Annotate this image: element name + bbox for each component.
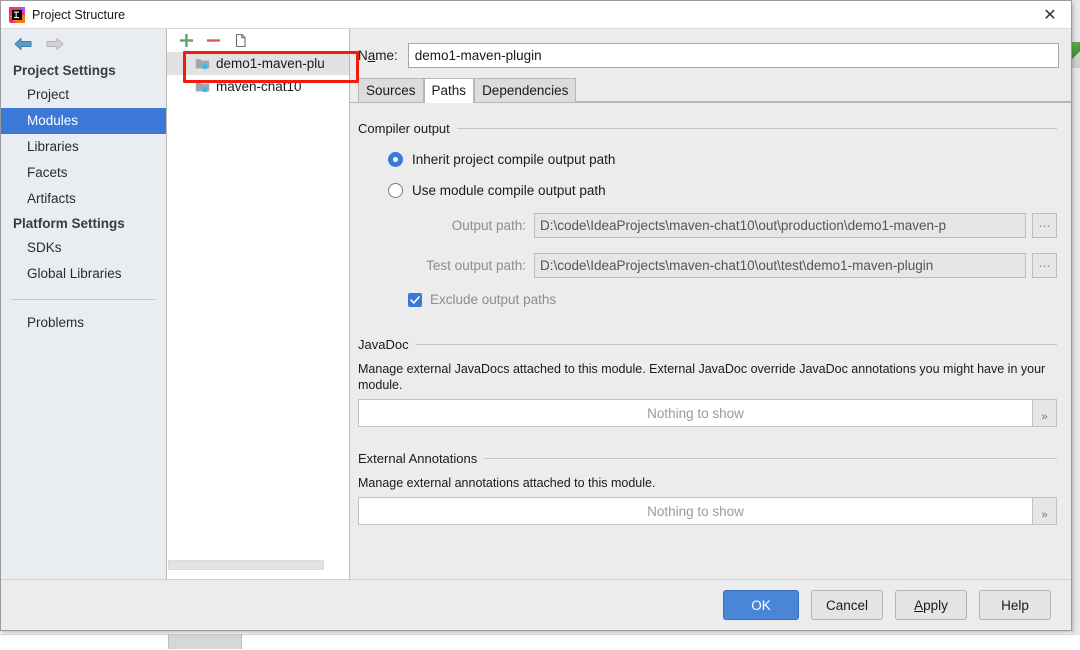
tab-sources[interactable]: Sources xyxy=(358,78,424,102)
settings-sidebar: Project Settings Project Modules Librari… xyxy=(1,29,167,580)
exclude-output-paths-row[interactable]: Exclude output paths xyxy=(358,292,1057,307)
dialog-body: Project Settings Project Modules Librari… xyxy=(1,29,1071,580)
external-annotations-expand-button[interactable]: » xyxy=(1033,497,1057,525)
external-annotations-title: External Annotations xyxy=(358,451,477,466)
copy-module-icon[interactable] xyxy=(232,32,249,49)
tab-paths[interactable]: Paths xyxy=(424,78,475,102)
test-output-path-row: Test output path: D:\code\IdeaProjects\m… xyxy=(358,253,1057,278)
sidebar-navigation-arrows xyxy=(1,29,166,59)
radio-inherit-icon[interactable] xyxy=(388,152,403,167)
module-name-row: Name: demo1-maven-plugin xyxy=(350,29,1071,68)
scrollbar-thumb[interactable] xyxy=(168,560,324,570)
group-divider xyxy=(457,128,1057,129)
module-icon xyxy=(195,80,210,93)
output-path-browse-button[interactable]: ⋯ xyxy=(1032,213,1057,238)
inherit-output-path-option[interactable]: Inherit project compile output path xyxy=(388,152,1057,167)
external-annotations-group: External Annotations Manage external ann… xyxy=(358,451,1057,525)
paths-tab-panel: Compiler output Inherit project compile … xyxy=(350,107,1071,580)
external-annotations-description: Manage external annotations attached to … xyxy=(358,475,1057,491)
modules-tree-toolbar xyxy=(167,29,349,52)
sidebar-group-project-settings: Project Settings xyxy=(1,59,166,82)
modules-tree-panel: demo1-maven-plu maven-chat10 xyxy=(167,29,350,580)
test-output-path-input[interactable]: D:\code\IdeaProjects\maven-chat10\out\te… xyxy=(534,253,1026,278)
javadoc-list[interactable]: Nothing to show xyxy=(358,399,1033,427)
radio-inherit-label: Inherit project compile output path xyxy=(412,152,615,167)
background-window-right-strip xyxy=(1072,0,1080,649)
compiler-output-title: Compiler output xyxy=(358,121,450,136)
output-path-row: Output path: D:\code\IdeaProjects\maven-… xyxy=(358,213,1057,238)
output-path-label: Output path: xyxy=(388,218,526,233)
sidebar-item-libraries[interactable]: Libraries xyxy=(1,134,166,160)
ok-button[interactable]: OK xyxy=(723,590,799,620)
radio-module-label: Use module compile output path xyxy=(412,183,606,198)
help-button[interactable]: Help xyxy=(979,590,1051,620)
background-window-bottom-bar xyxy=(0,634,1080,650)
external-annotations-list[interactable]: Nothing to show xyxy=(358,497,1033,525)
output-path-input[interactable]: D:\code\IdeaProjects\maven-chat10\out\pr… xyxy=(534,213,1026,238)
module-settings-panel: Name: demo1-maven-plugin Sources Paths D… xyxy=(350,29,1071,580)
test-output-path-browse-button[interactable]: ⋯ xyxy=(1032,253,1057,278)
sidebar-divider xyxy=(11,299,156,300)
exclude-output-paths-label: Exclude output paths xyxy=(430,292,556,307)
add-module-icon[interactable] xyxy=(178,32,195,49)
module-name-input[interactable]: demo1-maven-plugin xyxy=(408,43,1059,68)
project-structure-dialog: Project Structure ✕ Project Settings Pro… xyxy=(0,0,1072,631)
module-icon xyxy=(195,57,210,70)
javadoc-title: JavaDoc xyxy=(358,337,409,352)
javadoc-description: Manage external JavaDocs attached to thi… xyxy=(358,361,1057,393)
modules-tree-list: demo1-maven-plu maven-chat10 xyxy=(167,52,349,98)
intellij-idea-icon xyxy=(9,7,25,23)
compiler-output-group: Compiler output Inherit project compile … xyxy=(358,121,1057,307)
sidebar-item-project[interactable]: Project xyxy=(1,82,166,108)
cancel-button[interactable]: Cancel xyxy=(811,590,883,620)
tab-dependencies[interactable]: Dependencies xyxy=(474,78,576,102)
javadoc-header: JavaDoc xyxy=(358,337,1057,352)
sidebar-item-global-libraries[interactable]: Global Libraries xyxy=(1,261,166,287)
modules-tree-horizontal-scrollbar[interactable] xyxy=(168,560,328,570)
back-arrow-icon[interactable] xyxy=(13,36,33,52)
group-divider xyxy=(416,344,1057,345)
dialog-titlebar: Project Structure ✕ xyxy=(1,1,1071,29)
javadoc-expand-button[interactable]: » xyxy=(1033,399,1057,427)
use-module-output-path-option[interactable]: Use module compile output path xyxy=(388,183,1057,198)
apply-button[interactable]: Apply xyxy=(895,590,967,620)
module-tabs: Sources Paths Dependencies xyxy=(350,78,1071,102)
background-window-bottom-tab xyxy=(168,634,242,649)
sidebar-group-platform-settings: Platform Settings xyxy=(1,212,166,235)
javadoc-list-row: Nothing to show » xyxy=(358,399,1057,427)
radio-module-icon[interactable] xyxy=(388,183,403,198)
tree-row-label: demo1-maven-plu xyxy=(216,56,325,71)
group-divider xyxy=(484,458,1057,459)
external-annotations-list-row: Nothing to show » xyxy=(358,497,1057,525)
sidebar-item-problems[interactable]: Problems xyxy=(1,310,166,336)
sidebar-item-modules[interactable]: Modules xyxy=(1,108,166,134)
dialog-footer: OK Cancel Apply Help xyxy=(1,579,1071,630)
compiler-output-header: Compiler output xyxy=(358,121,1057,136)
dialog-title: Project Structure xyxy=(32,8,125,22)
remove-module-icon[interactable] xyxy=(205,32,222,49)
sidebar-item-facets[interactable]: Facets xyxy=(1,160,166,186)
tabbar-filler xyxy=(576,78,1071,102)
javadoc-group: JavaDoc Manage external JavaDocs attache… xyxy=(358,337,1057,427)
close-icon[interactable]: ✕ xyxy=(1029,1,1071,28)
module-name-label: Name: xyxy=(358,48,398,63)
external-annotations-header: External Annotations xyxy=(358,451,1057,466)
sidebar-item-artifacts[interactable]: Artifacts xyxy=(1,186,166,212)
exclude-output-paths-checkbox[interactable] xyxy=(408,293,422,307)
tree-row-label: maven-chat10 xyxy=(216,79,302,94)
forward-arrow-icon xyxy=(45,36,65,52)
tree-row[interactable]: demo1-maven-plu xyxy=(167,52,349,75)
sidebar-item-sdks[interactable]: SDKs xyxy=(1,235,166,261)
test-output-path-label: Test output path: xyxy=(388,258,526,273)
tree-row[interactable]: maven-chat10 xyxy=(167,75,349,98)
